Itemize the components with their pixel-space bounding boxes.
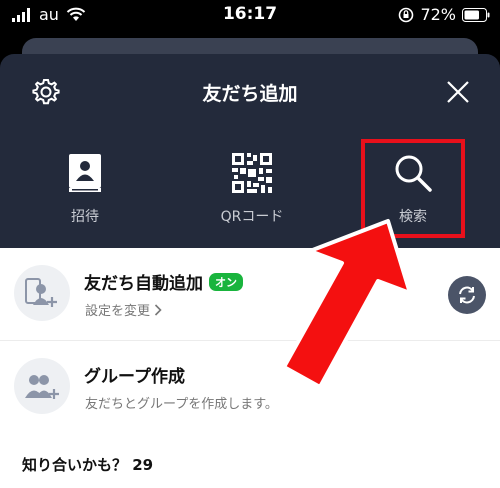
create-group-subtitle: 友だちとグループを作成します。 bbox=[85, 397, 278, 412]
change-settings-label: 設定を変更 bbox=[85, 304, 151, 319]
contacts-book-icon bbox=[69, 154, 101, 192]
status-badge: オン bbox=[209, 272, 243, 291]
auto-add-title: 友だち自動追加 bbox=[84, 274, 203, 294]
change-settings-link[interactable]: 設定を変更 bbox=[85, 300, 162, 319]
chevron-right-icon bbox=[154, 303, 162, 316]
group-add-icon bbox=[25, 375, 59, 399]
invite-button[interactable]: 招待 bbox=[10, 150, 160, 230]
sync-button[interactable] bbox=[448, 276, 486, 314]
group-avatar bbox=[14, 358, 70, 414]
red-arrow-annotation bbox=[282, 219, 412, 389]
invite-label: 招待 bbox=[71, 209, 99, 225]
auto-add-avatar bbox=[14, 265, 70, 321]
battery-percent: 72% bbox=[420, 5, 456, 24]
phone-friend-add-icon bbox=[25, 278, 57, 307]
close-button[interactable] bbox=[440, 74, 476, 110]
status-right: 72% bbox=[398, 5, 490, 24]
close-icon bbox=[447, 81, 469, 103]
content-list: 友だち自動追加 オン 設定を変更 グループ作成 友だちとグループを作成します。 … bbox=[0, 248, 500, 488]
status-bar: au 16:17 72% bbox=[0, 0, 500, 30]
auto-add-friends-row[interactable]: 友だち自動追加 オン 設定を変更 bbox=[0, 248, 500, 340]
sync-icon bbox=[459, 286, 475, 304]
suggested-friends-header: 知り合いかも？ 29 bbox=[22, 456, 154, 474]
create-group-row[interactable]: グループ作成 友だちとグループを作成します。 bbox=[0, 340, 500, 432]
battery-icon bbox=[462, 7, 490, 22]
create-group-title: グループ作成 bbox=[84, 367, 185, 387]
rotation-lock-icon bbox=[399, 7, 414, 22]
auto-add-title-wrap: 友だち自動追加 オン bbox=[84, 269, 243, 294]
page-title: 友だち追加 bbox=[202, 83, 298, 105]
qr-code-icon bbox=[232, 153, 272, 193]
